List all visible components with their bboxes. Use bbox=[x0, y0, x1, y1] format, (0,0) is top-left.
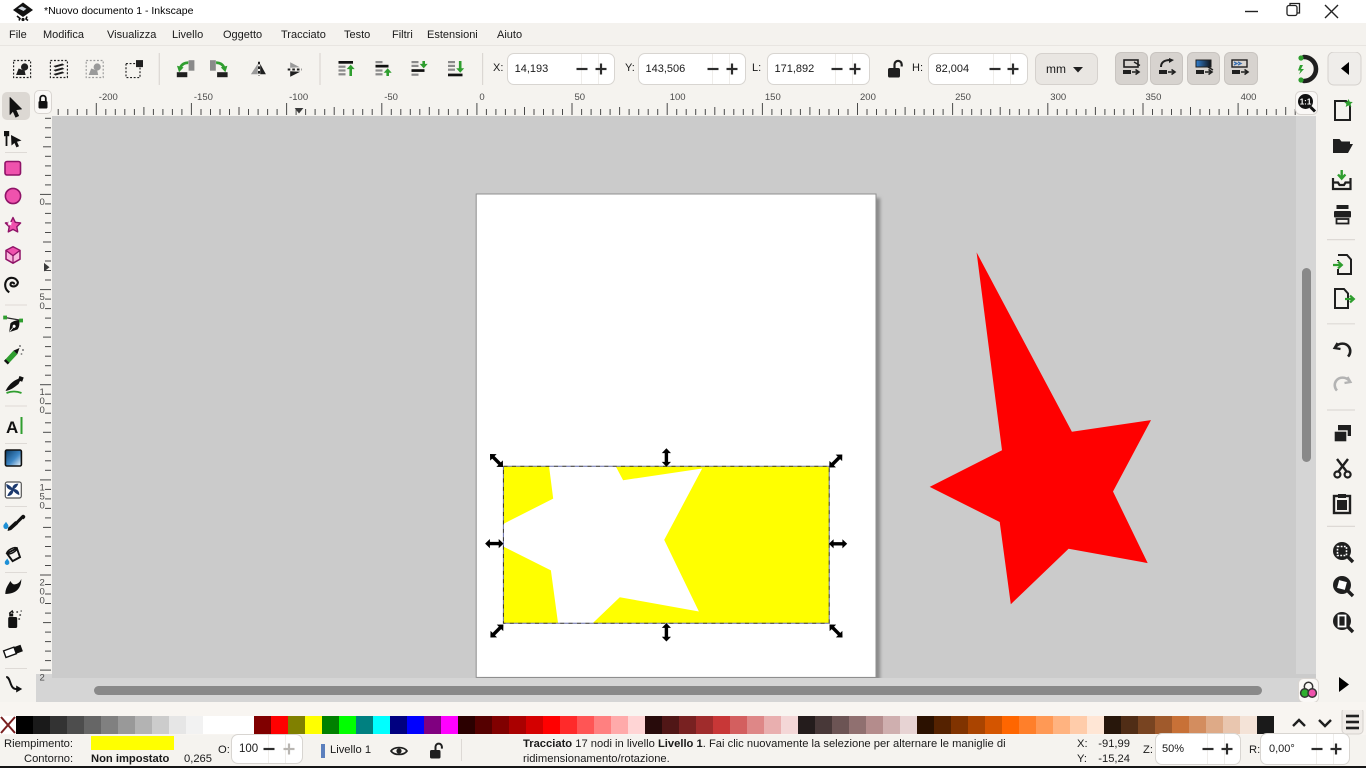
svg-text:A: A bbox=[6, 418, 18, 437]
svg-text:-50: -50 bbox=[384, 92, 398, 103]
svg-text:2: 2 bbox=[40, 673, 45, 682]
svg-text:0: 0 bbox=[40, 405, 45, 416]
svg-text:300: 300 bbox=[1050, 92, 1066, 103]
svg-text:0: 0 bbox=[40, 197, 45, 208]
svg-text:-150: -150 bbox=[194, 92, 213, 103]
svg-text:-200: -200 bbox=[99, 92, 118, 103]
svg-text:150: 150 bbox=[765, 92, 781, 103]
svg-text:350: 350 bbox=[1146, 92, 1162, 103]
svg-text:0: 0 bbox=[479, 92, 484, 103]
svg-text:400: 400 bbox=[1241, 92, 1257, 103]
svg-text:1:1: 1:1 bbox=[1300, 98, 1312, 107]
svg-text:0: 0 bbox=[40, 596, 45, 607]
svg-text:0: 0 bbox=[40, 301, 45, 312]
svg-text:0: 0 bbox=[40, 500, 45, 511]
svg-text:-100: -100 bbox=[289, 92, 308, 103]
svg-text:250: 250 bbox=[955, 92, 971, 103]
svg-text:50: 50 bbox=[575, 92, 586, 103]
svg-text:100: 100 bbox=[670, 92, 686, 103]
svg-text:200: 200 bbox=[860, 92, 876, 103]
